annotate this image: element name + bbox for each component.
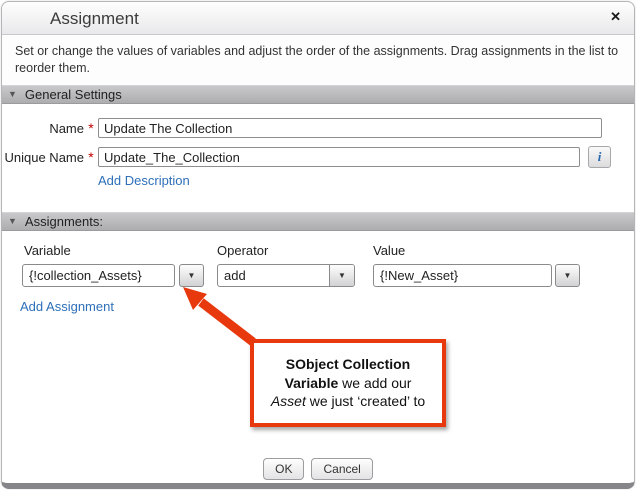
add-assignment-link[interactable]: Add Assignment [20, 299, 114, 314]
close-icon[interactable]: ✕ [610, 10, 621, 24]
assignments-panel: Variable Operator Value {!collection_Ass… [2, 231, 634, 483]
chevron-down-icon: ▼ [188, 272, 196, 280]
annotation-callout: SObject Collection Variable we add our A… [250, 339, 446, 427]
info-icon[interactable]: i [588, 146, 611, 168]
callout-line: SObject Collection [286, 355, 410, 374]
variable-column-label: Variable [24, 243, 71, 258]
collapse-triangle-icon: ▼ [8, 90, 17, 99]
operator-column-label: Operator [217, 243, 268, 258]
required-asterisk: * [84, 149, 98, 165]
callout-line: Asset we just ‘created’ to [271, 392, 425, 411]
cancel-button[interactable]: Cancel [311, 458, 372, 480]
operator-select[interactable]: add ▼ [217, 264, 355, 287]
dialog-footer: OK Cancel [2, 458, 634, 480]
dialog-titlebar: Assignment ✕ [2, 2, 634, 35]
add-description-link[interactable]: Add Description [98, 173, 190, 188]
value-combobox[interactable]: {!New_Asset} [373, 264, 552, 287]
section-label-assignments: Assignments: [25, 214, 103, 229]
general-settings-panel: Name * Unique Name * i Add Description [2, 104, 634, 212]
ok-button[interactable]: OK [263, 458, 304, 480]
chevron-down-icon: ▼ [338, 272, 346, 280]
section-label-general-settings: General Settings [25, 87, 122, 102]
value-column-label: Value [373, 243, 405, 258]
operator-dropdown-button[interactable]: ▼ [329, 265, 354, 286]
unique-name-label: Unique Name [2, 150, 84, 165]
section-header-assignments[interactable]: ▼ Assignments: [2, 212, 634, 231]
unique-name-input[interactable] [98, 147, 580, 167]
name-input[interactable] [98, 118, 602, 138]
operator-value: add [218, 265, 329, 286]
dialog-description: Set or change the values of variables an… [2, 35, 634, 85]
variable-dropdown-button[interactable]: ▼ [179, 264, 204, 287]
dialog-title: Assignment [2, 2, 634, 35]
name-label: Name [2, 121, 84, 136]
unique-name-row: Unique Name * i [2, 146, 611, 168]
assignment-dialog: Assignment ✕ Set or change the values of… [1, 1, 635, 489]
required-asterisk: * [84, 120, 98, 136]
variable-combobox[interactable]: {!collection_Assets} [22, 264, 175, 287]
value-dropdown-button[interactable]: ▼ [555, 264, 580, 287]
chevron-down-icon: ▼ [564, 272, 572, 280]
value-value: {!New_Asset} [374, 265, 551, 286]
collapse-triangle-icon: ▼ [8, 217, 17, 226]
section-header-general-settings[interactable]: ▼ General Settings [2, 85, 634, 104]
callout-line: Variable we add our [285, 374, 412, 393]
name-row: Name * [2, 117, 602, 139]
variable-value: {!collection_Assets} [23, 265, 174, 286]
